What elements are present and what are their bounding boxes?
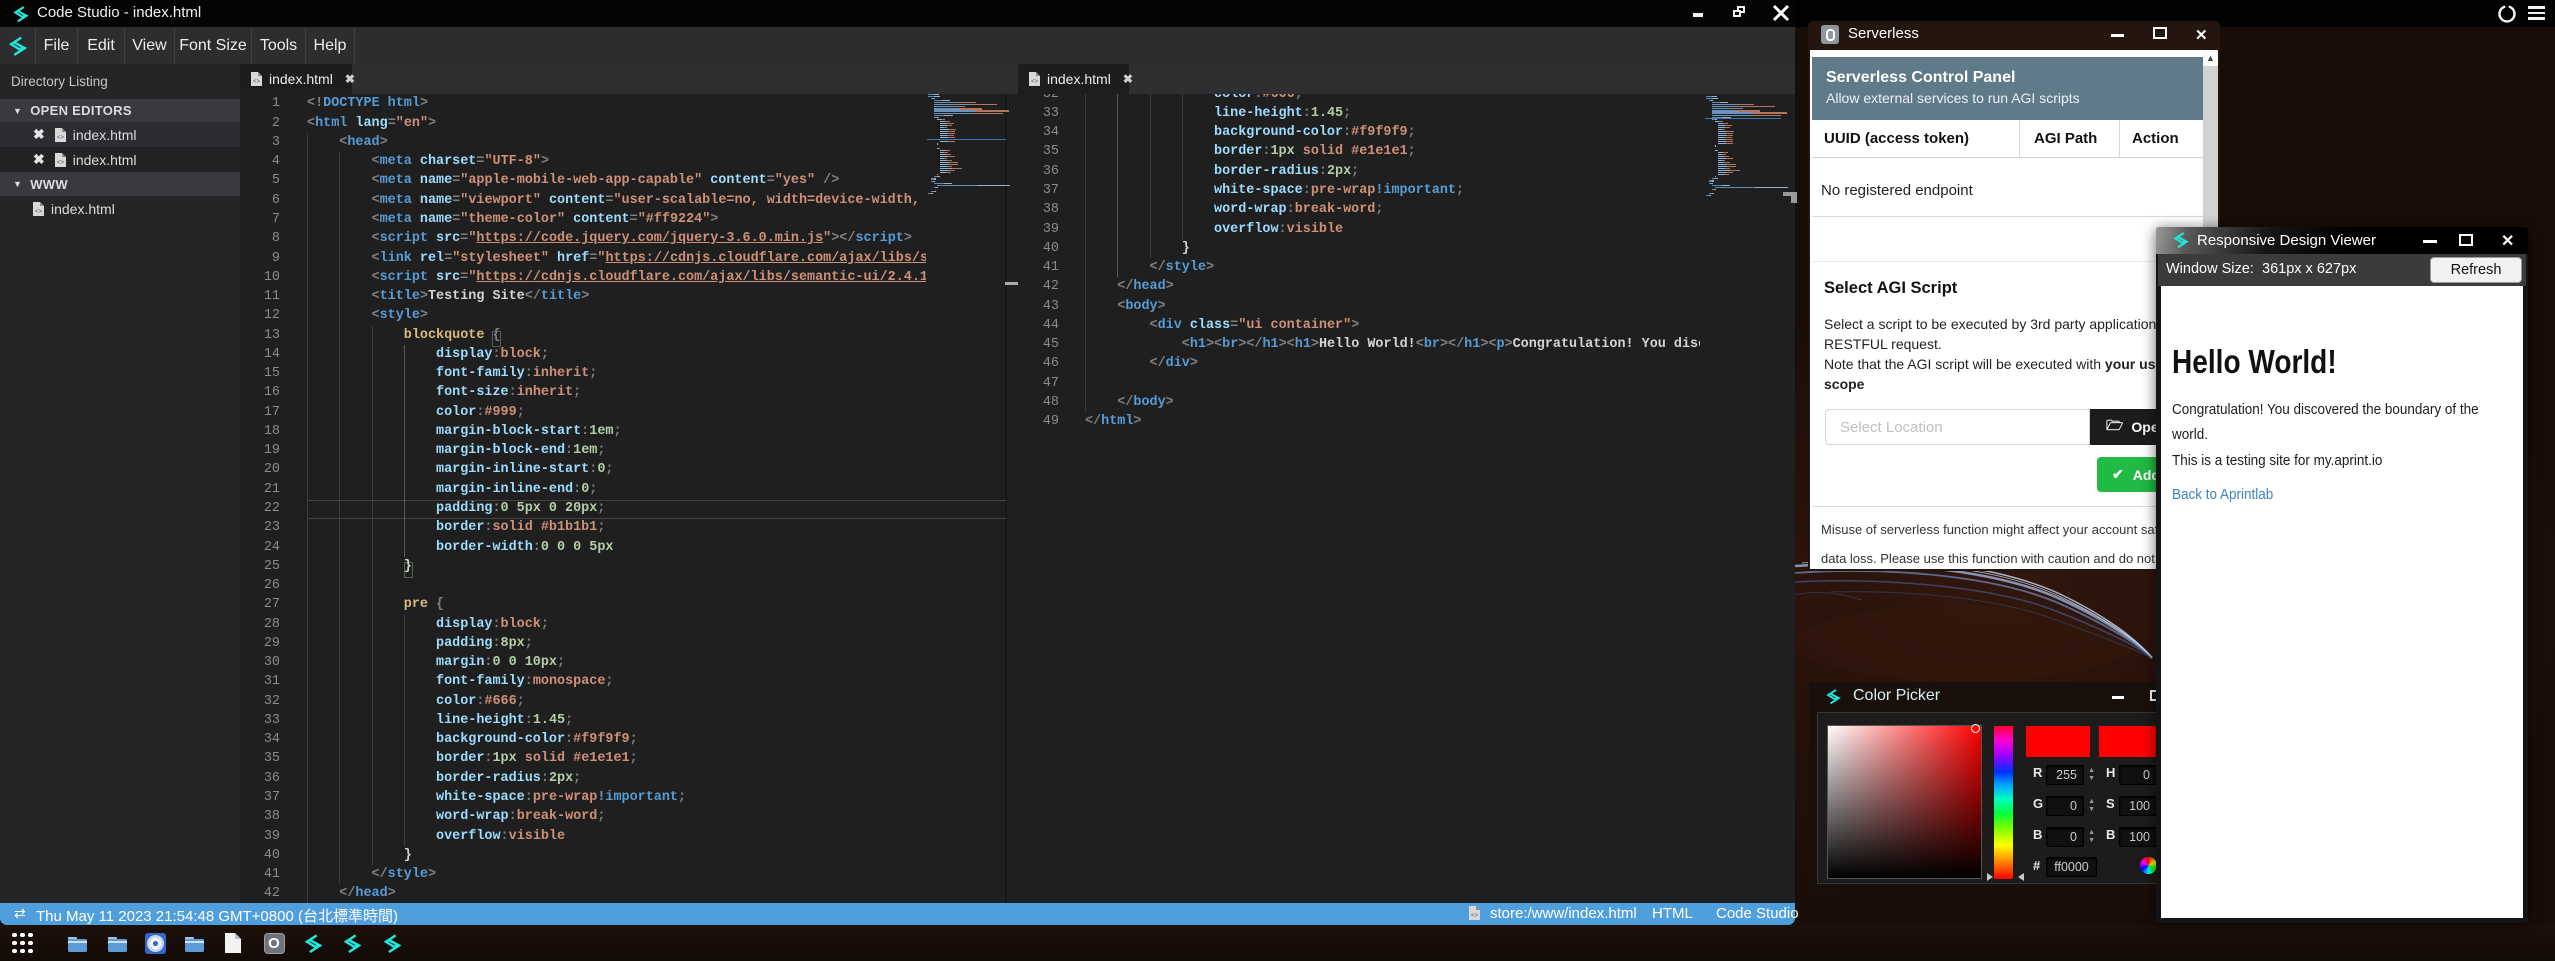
svg-text:<>: <>	[35, 209, 43, 215]
svg-text:<>: <>	[253, 79, 261, 85]
svg-text:<>: <>	[1471, 913, 1479, 919]
svg-text:<>: <>	[57, 160, 65, 166]
svg-text:<>: <>	[1031, 79, 1039, 85]
svg-text:<>: <>	[57, 135, 65, 141]
